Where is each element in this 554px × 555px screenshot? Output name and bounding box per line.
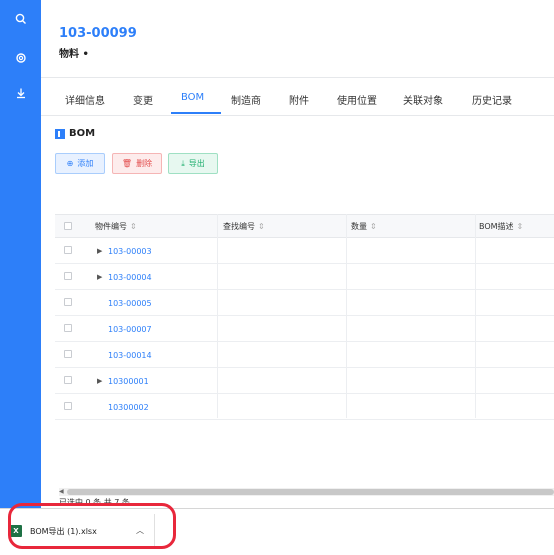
plus-circle-icon: ⊕ <box>66 159 74 168</box>
section-title: BOM <box>55 128 95 139</box>
page-subtitle: 物料 • <box>59 49 89 60</box>
active-tab-indicator <box>171 112 221 114</box>
table-row[interactable]: ▶ 103-00003 <box>55 238 554 264</box>
item-number-link[interactable]: 10300002 <box>108 403 149 412</box>
tab-history[interactable]: 历史记录 <box>472 92 512 107</box>
tab-related-objects[interactable]: 关联对象 <box>403 92 443 107</box>
expand-arrow-icon[interactable]: ▶ <box>97 377 102 385</box>
expand-arrow-icon[interactable]: ▶ <box>97 273 102 281</box>
sidebar <box>0 0 41 555</box>
settings-icon[interactable] <box>0 45 41 71</box>
column-header-find-number[interactable]: 查找编号 ⇕ <box>223 221 265 232</box>
tab-where-used[interactable]: 使用位置 <box>337 92 377 107</box>
column-header-item-number[interactable]: 物件编号 ⇕ <box>95 221 137 232</box>
item-number-link[interactable]: 103-00014 <box>108 351 152 360</box>
table-row[interactable]: 103-00005 <box>55 290 554 316</box>
download-icon[interactable] <box>0 80 41 106</box>
item-number-link[interactable]: 10300001 <box>108 377 149 386</box>
add-button[interactable]: ⊕ 添加 <box>55 153 105 174</box>
row-checkbox[interactable] <box>64 376 72 384</box>
download-item[interactable]: X BOM导出 (1).xlsx ︿ <box>10 514 155 548</box>
delete-button[interactable]: 🗑 删除 <box>112 153 162 174</box>
main-panel: 103-00099 物料 • 详细信息 变更 BOM 制造商 附件 使用位置 关… <box>41 0 554 508</box>
export-button-label: 导出 <box>188 159 205 168</box>
expand-arrow-icon[interactable]: ▶ <box>97 247 102 255</box>
table-row[interactable]: 103-00007 <box>55 316 554 342</box>
row-checkbox[interactable] <box>64 298 72 306</box>
scrollbar-thumb[interactable] <box>67 489 554 495</box>
table-row[interactable]: 10300002 <box>55 394 554 420</box>
chevron-up-icon[interactable]: ︿ <box>136 525 144 536</box>
table-row[interactable]: 103-00014 <box>55 342 554 368</box>
tab-attachments[interactable]: 附件 <box>289 92 309 107</box>
row-checkbox[interactable] <box>64 350 72 358</box>
horizontal-scrollbar[interactable]: ◀ <box>59 488 554 496</box>
page-title: 103-00099 <box>59 26 137 41</box>
search-icon[interactable] <box>0 6 41 32</box>
row-checkbox[interactable] <box>64 324 72 332</box>
item-number-link[interactable]: 103-00007 <box>108 325 152 334</box>
row-checkbox[interactable] <box>64 246 72 254</box>
item-number-link[interactable]: 103-00003 <box>108 247 152 256</box>
tab-details[interactable]: 详细信息 <box>65 92 105 107</box>
tab-bom[interactable]: BOM <box>181 92 204 103</box>
bom-icon <box>55 128 65 139</box>
trash-icon: 🗑 <box>121 159 133 168</box>
column-header-bom-description[interactable]: BOM描述 ⇕ <box>479 221 523 232</box>
sort-icon[interactable]: ⇕ <box>130 222 137 231</box>
add-button-label: 添加 <box>77 159 94 168</box>
delete-button-label: 删除 <box>136 159 153 168</box>
tab-manufacturers[interactable]: 制造商 <box>231 92 261 107</box>
tab-bar: 详细信息 变更 BOM 制造商 附件 使用位置 关联对象 历史记录 <box>41 84 554 116</box>
download-file-name[interactable]: BOM导出 (1).xlsx <box>30 526 97 537</box>
item-number-link[interactable]: 103-00005 <box>108 299 152 308</box>
table-row[interactable]: ▶ 103-00004 <box>55 264 554 290</box>
export-icon: ⤓ <box>181 158 185 168</box>
sort-icon[interactable]: ⇕ <box>370 222 377 231</box>
select-all-checkbox[interactable] <box>64 222 72 230</box>
tab-changes[interactable]: 变更 <box>133 92 153 107</box>
table-row[interactable]: ▶ 10300001 <box>55 368 554 394</box>
download-bar: X BOM导出 (1).xlsx ︿ <box>0 508 554 555</box>
excel-file-icon: X <box>10 525 22 537</box>
table-header: 物件编号 ⇕ 查找编号 ⇕ 数量 ⇕ BOM描述 ⇕ <box>55 214 554 238</box>
sort-icon[interactable]: ⇕ <box>517 222 524 231</box>
selection-summary: 已选中 0 条 共 7 条 <box>59 498 130 507</box>
item-header: 103-00099 物料 • <box>41 0 554 78</box>
column-header-quantity[interactable]: 数量 ⇕ <box>351 221 377 232</box>
export-button[interactable]: ⤓ 导出 <box>168 153 218 174</box>
sort-icon[interactable]: ⇕ <box>258 222 265 231</box>
row-checkbox[interactable] <box>64 272 72 280</box>
item-number-link[interactable]: 103-00004 <box>108 273 152 282</box>
row-checkbox[interactable] <box>64 402 72 410</box>
scroll-left-icon[interactable]: ◀ <box>59 488 64 495</box>
section-title-label: BOM <box>69 128 96 139</box>
